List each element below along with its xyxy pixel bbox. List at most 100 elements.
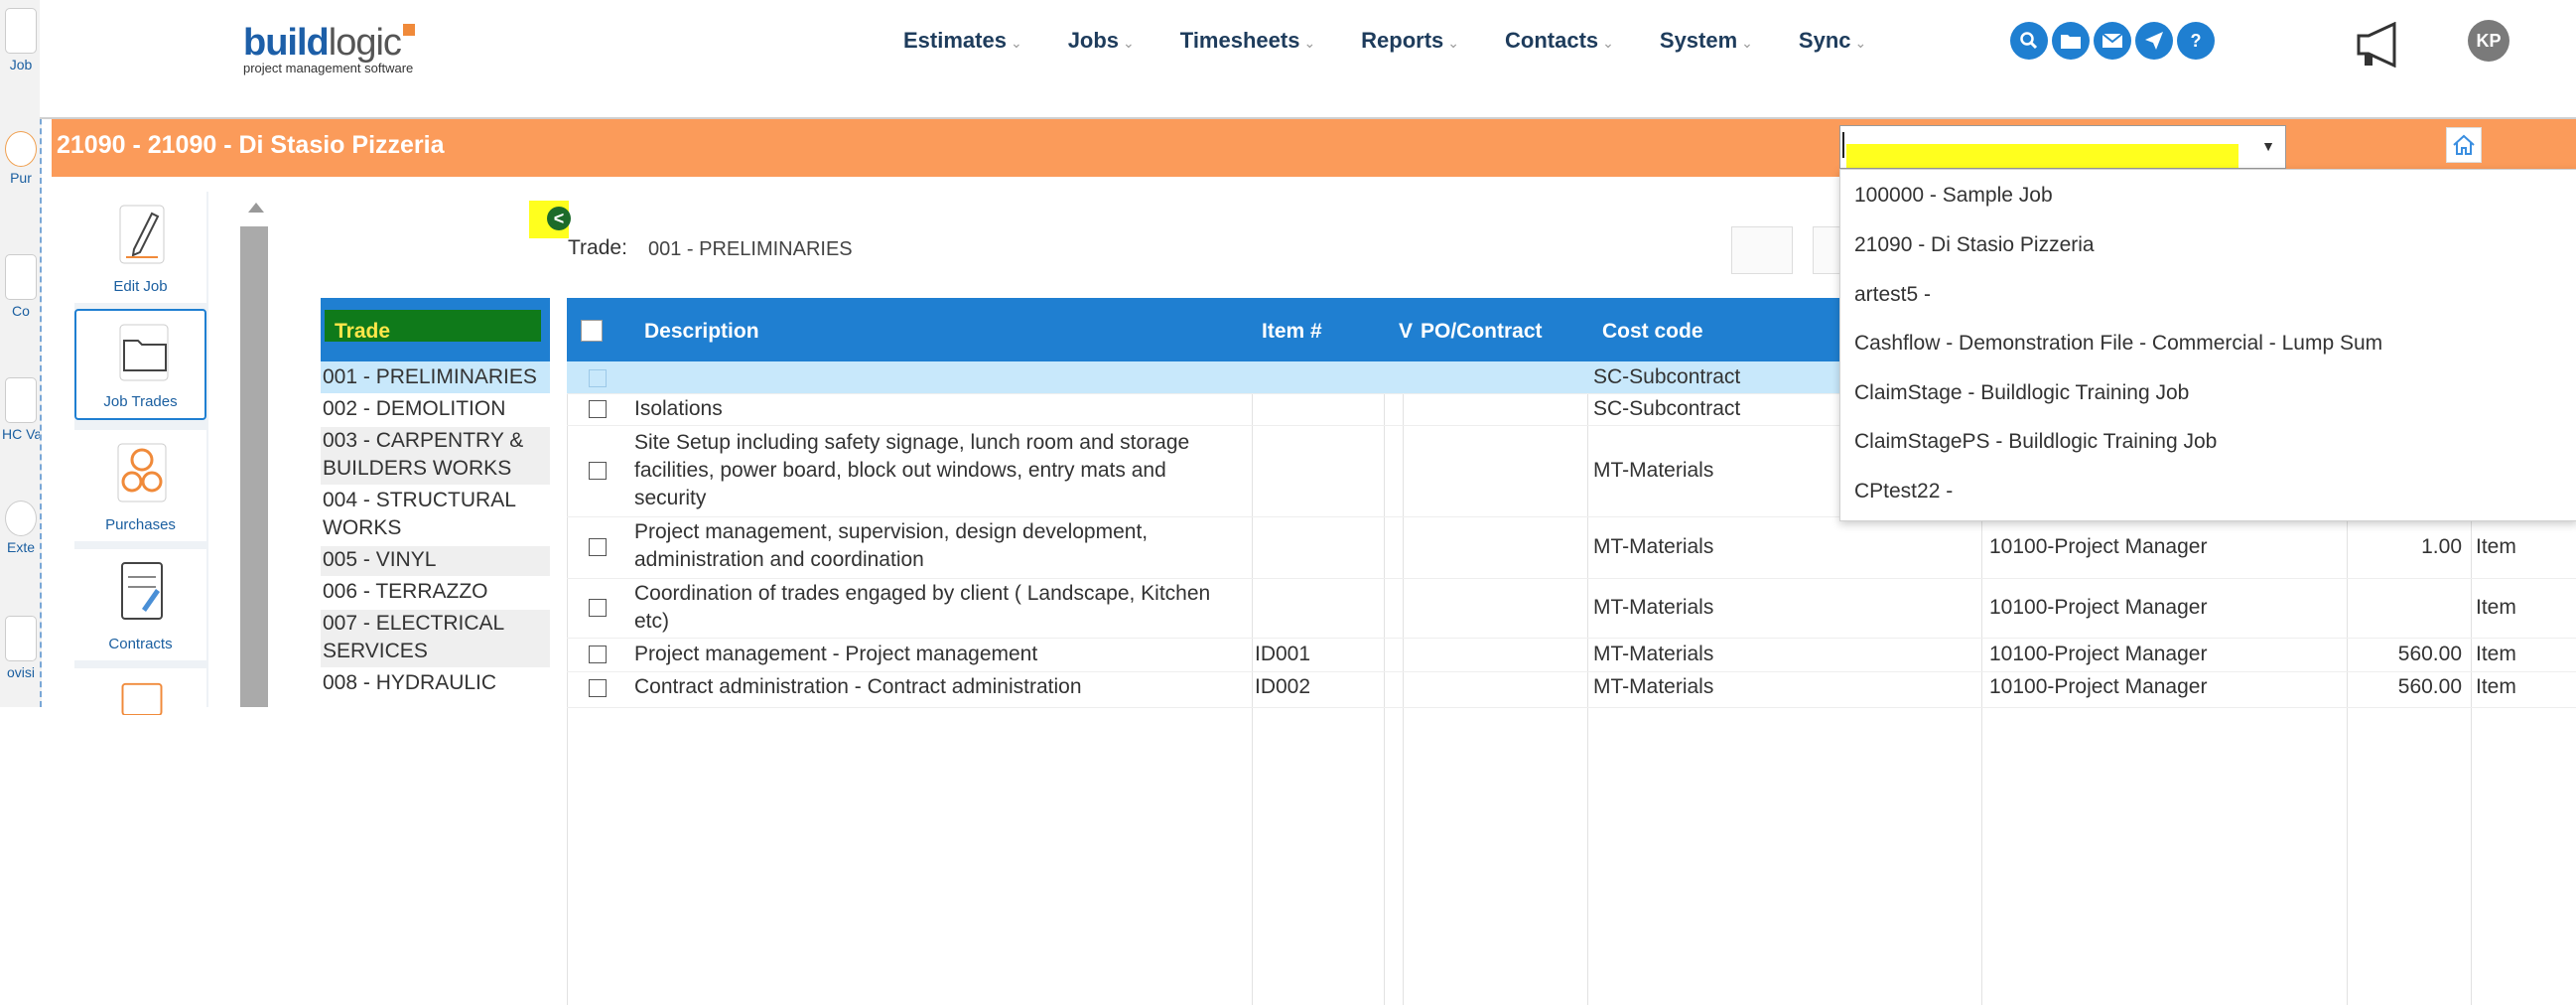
job-search-select[interactable]: ▼: [1839, 125, 2286, 169]
job-dropdown-list: 100000 - Sample Job 21090 - Di Stasio Pi…: [1839, 169, 2576, 521]
document-icon: [5, 254, 37, 300]
chevron-left-icon: <: [547, 207, 571, 230]
job-option[interactable]: CPtest22 -: [1854, 480, 1953, 503]
row-checkbox[interactable]: [589, 400, 607, 418]
row-checkbox[interactable]: [589, 462, 607, 480]
row-checkbox[interactable]: [589, 679, 607, 697]
col-po-contract[interactable]: PO/Contract: [1421, 320, 1543, 344]
coins-icon: [5, 131, 37, 167]
table-row[interactable]: Coordination of trades engaged by client…: [567, 578, 2576, 639]
strip-item-job[interactable]: Job: [2, 8, 40, 72]
trade-item[interactable]: 008 - HYDRAULIC: [321, 669, 550, 707]
trade-item[interactable]: 006 - TERRAZZO: [321, 578, 550, 608]
trade-list-header: Trade: [321, 298, 550, 361]
chevron-down-icon: ⌄: [1010, 35, 1022, 51]
top-navbar: buildlogic project management software E…: [40, 0, 2576, 119]
home-icon: [2453, 134, 2475, 155]
trade-item[interactable]: 005 - VINYL: [321, 546, 550, 576]
trade-item[interactable]: 007 - ELECTRICAL SERVICES: [321, 610, 550, 667]
chevron-down-icon: ⌄: [1854, 35, 1867, 51]
strip-item-purchases[interactable]: Pur: [2, 131, 40, 186]
strip-item-hc-variations[interactable]: HC Va: [2, 377, 40, 442]
tile-contracts[interactable]: Contracts: [74, 549, 206, 660]
trade-item[interactable]: 002 - DEMOLITION: [321, 395, 550, 425]
scroll-up-icon[interactable]: [248, 203, 264, 213]
main-nav: Estimates ⌄ Jobs ⌄ Timesheets ⌄ Reports ⌄ Co…: [903, 28, 1912, 54]
quick-actions: ?: [2010, 22, 2215, 60]
nav-reports[interactable]: Reports ⌄: [1361, 28, 1459, 54]
nav-system[interactable]: System ⌄: [1660, 28, 1753, 54]
coins-icon: [117, 443, 167, 502]
help-icon[interactable]: ?: [2177, 22, 2215, 60]
select-all-checkbox[interactable]: [581, 320, 603, 342]
col-description[interactable]: Description: [644, 320, 759, 344]
table-row[interactable]: Contract administration - Contract admin…: [567, 671, 2576, 708]
tile-edit-job[interactable]: Edit Job: [74, 192, 206, 303]
nav-jobs[interactable]: Jobs ⌄: [1068, 28, 1135, 54]
job-tiles: Edit Job Job Trades Purchases Contracts: [74, 192, 208, 715]
job-option[interactable]: 21090 - Di Stasio Pizzeria: [1854, 233, 2095, 257]
scroll-thumb[interactable]: [240, 226, 268, 707]
collapse-panel-button[interactable]: <: [529, 201, 571, 238]
job-option[interactable]: ClaimStagePS - Buildlogic Training Job: [1854, 430, 2217, 454]
clock-icon: [5, 501, 37, 536]
chevron-down-icon: ⌄: [1303, 35, 1316, 51]
chevron-down-icon: ⌄: [1447, 35, 1460, 51]
provisional-icon: [5, 616, 37, 661]
yellow-highlight: [1846, 144, 2238, 168]
dropdown-arrow-icon[interactable]: ▼: [2261, 138, 2275, 154]
trade-label: Trade:: [568, 236, 627, 259]
row-checkbox[interactable]: [589, 646, 607, 663]
table-row[interactable]: Project management - Project management …: [567, 638, 2576, 672]
row-checkbox[interactable]: [589, 538, 607, 556]
text-caret: [1842, 132, 1844, 158]
pencil-icon: [119, 205, 165, 264]
strip-item-extensions[interactable]: Exte: [2, 501, 40, 555]
left-app-strip: Job Pur Co HC Va Exte ovisi: [0, 0, 42, 707]
megaphone-icon[interactable]: [2355, 22, 2406, 68]
buildlogic-logo[interactable]: buildlogic project management software: [243, 22, 415, 75]
job-title: 21090 - 21090 - Di Stasio Pizzeria: [57, 131, 445, 159]
col-cost-code[interactable]: Cost code: [1602, 320, 1703, 344]
search-icon[interactable]: [2010, 22, 2048, 60]
chevron-down-icon: ⌄: [1741, 35, 1753, 51]
logo-tagline: project management software: [243, 61, 414, 75]
row-checkbox[interactable]: [589, 599, 607, 617]
job-option[interactable]: artest5 -: [1854, 283, 1931, 307]
col-v[interactable]: V: [1399, 320, 1413, 344]
home-button[interactable]: [2446, 127, 2482, 163]
job-option[interactable]: 100000 - Sample Job: [1854, 184, 2053, 208]
trade-item[interactable]: 001 - PRELIMINARIES: [321, 361, 550, 393]
chevron-down-icon: ⌄: [1123, 35, 1135, 51]
folder-icon: [119, 324, 169, 381]
mail-icon[interactable]: [2094, 22, 2131, 60]
layout-icon: [121, 682, 163, 715]
user-avatar[interactable]: KP: [2468, 20, 2509, 62]
toolbar-button[interactable]: [1731, 226, 1793, 274]
nav-sync[interactable]: Sync ⌄: [1799, 28, 1866, 54]
contract-icon: [121, 562, 163, 620]
variations-icon: [5, 377, 37, 423]
trade-list: Trade 001 - PRELIMINARIES 002 - DEMOLITI…: [321, 298, 550, 694]
job-option[interactable]: ClaimStage - Buildlogic Training Job: [1854, 381, 2189, 405]
tile-more[interactable]: [74, 668, 206, 715]
nav-contacts[interactable]: Contacts ⌄: [1505, 28, 1614, 54]
trade-item[interactable]: 004 - STRUCTURAL WORKS: [321, 487, 550, 544]
tile-job-trades[interactable]: Job Trades: [74, 309, 206, 420]
trade-item[interactable]: 003 - CARPENTRY & BUILDERS WORKS: [321, 427, 550, 485]
strip-item-provisional[interactable]: ovisi: [2, 616, 40, 680]
strip-item-contracts[interactable]: Co: [2, 254, 40, 319]
chevron-down-icon: ⌄: [1602, 35, 1614, 51]
tile-purchases[interactable]: Purchases: [74, 430, 206, 541]
folder-icon[interactable]: [2052, 22, 2090, 60]
nav-timesheets[interactable]: Timesheets ⌄: [1180, 28, 1315, 54]
logo-square-icon: [402, 24, 415, 36]
nav-estimates[interactable]: Estimates ⌄: [903, 28, 1022, 54]
send-icon[interactable]: [2135, 22, 2173, 60]
row-checkbox[interactable]: [589, 369, 607, 387]
table-row[interactable]: Project management, supervision, design …: [567, 516, 2576, 579]
col-item-number[interactable]: Item #: [1262, 320, 1322, 344]
job-option[interactable]: Cashflow - Demonstration File - Commerci…: [1854, 332, 2382, 356]
job-icon: [5, 8, 37, 54]
vertical-scrollbar[interactable]: [240, 199, 270, 707]
